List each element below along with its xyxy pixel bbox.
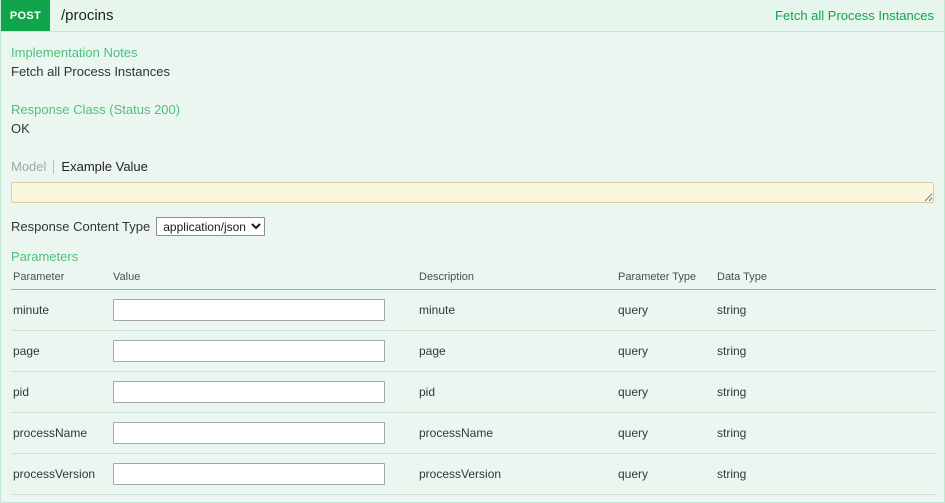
table-row: processName processName query string: [11, 412, 936, 454]
model-example-tabs: Model Example Value: [11, 158, 934, 176]
parameter-type-cell: query: [616, 330, 715, 372]
parameter-description-cell: page: [417, 330, 616, 372]
param-input-minute[interactable]: [113, 299, 385, 321]
parameters-table-head: Parameter Value Description Parameter Ty…: [11, 271, 936, 290]
data-type-cell: string: [715, 494, 936, 502]
parameter-name-cell: processVersion: [11, 453, 111, 495]
data-type-cell: string: [715, 330, 936, 372]
column-header-parameter: Parameter: [11, 271, 111, 290]
tab-example-value[interactable]: Example Value: [54, 160, 154, 174]
operation-path[interactable]: /procins: [50, 0, 775, 31]
parameters-table-body: minute minute query string page page query stri…: [11, 289, 936, 502]
parameter-value-cell: [111, 453, 417, 495]
table-row: statusall (default)statusquerystring: [11, 494, 936, 502]
param-input-page[interactable]: [113, 340, 385, 362]
data-type-cell: string: [715, 371, 936, 413]
parameter-name-cell: status: [11, 494, 111, 502]
column-header-value: Value: [111, 271, 417, 290]
parameter-name-cell: minute: [11, 289, 111, 331]
parameter-description-cell: processName: [417, 412, 616, 454]
parameter-type-cell: query: [616, 453, 715, 495]
data-type-cell: string: [715, 289, 936, 331]
response-content-type-label: Response Content Type: [11, 218, 151, 234]
operation-heading[interactable]: POST /procins Fetch all Process Instance…: [1, 0, 944, 32]
table-row: page page query string: [11, 330, 936, 372]
param-input-processName[interactable]: [113, 422, 385, 444]
parameter-type-cell: query: [616, 494, 715, 502]
response-class-status-text: OK: [11, 121, 30, 136]
parameter-type-cell: query: [616, 289, 715, 331]
response-content-type-row: Response Content Type application/json: [11, 216, 934, 236]
column-header-description: Description: [417, 271, 616, 290]
table-row: processVersion processVersion query string: [11, 453, 936, 495]
operation-summary[interactable]: Fetch all Process Instances: [775, 0, 944, 31]
parameter-description-cell: pid: [417, 371, 616, 413]
parameter-name-cell: pid: [11, 371, 111, 413]
parameter-value-cell: [111, 371, 417, 413]
operation-content: Implementation Notes Fetch all Process I…: [1, 32, 944, 502]
parameter-name-cell: page: [11, 330, 111, 372]
param-input-pid[interactable]: [113, 381, 385, 403]
table-header-row: Parameter Value Description Parameter Ty…: [11, 271, 936, 290]
swagger-operation-panel: POST /procins Fetch all Process Instance…: [0, 0, 945, 503]
parameters-table: Parameter Value Description Parameter Ty…: [11, 271, 936, 502]
param-input-processVersion[interactable]: [113, 463, 385, 485]
column-header-parameter-type: Parameter Type: [616, 271, 715, 290]
parameters-heading: Parameters: [11, 249, 79, 264]
parameter-name-cell: processName: [11, 412, 111, 454]
parameter-value-cell: [111, 412, 417, 454]
parameter-type-cell: query: [616, 412, 715, 454]
data-type-cell: string: [715, 453, 936, 495]
parameter-value-cell: [111, 330, 417, 372]
table-row: pid pid query string: [11, 371, 936, 413]
implementation-notes-heading: Implementation Notes: [11, 45, 138, 60]
http-method-badge: POST: [1, 0, 50, 31]
table-row: minute minute query string: [11, 289, 936, 331]
example-value-textarea[interactable]: [11, 182, 934, 203]
parameter-type-cell: query: [616, 371, 715, 413]
parameter-value-cell: all (default): [111, 494, 417, 502]
implementation-notes-text: Fetch all Process Instances: [11, 64, 170, 79]
response-content-type-select[interactable]: application/json: [156, 216, 266, 236]
tab-model[interactable]: Model: [11, 160, 55, 174]
parameter-description-cell: processVersion: [417, 453, 616, 495]
parameter-value-cell: [111, 289, 417, 331]
parameter-description-cell: minute: [417, 289, 616, 331]
parameter-description-cell: status: [417, 494, 616, 502]
column-header-data-type: Data Type: [715, 271, 936, 290]
data-type-cell: string: [715, 412, 936, 454]
response-class-heading: Response Class (Status 200): [11, 102, 181, 117]
